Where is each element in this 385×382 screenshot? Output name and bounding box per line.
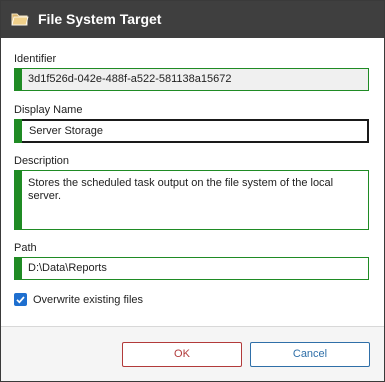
identifier-value: 3d1f526d-042e-488f-a522-581138a15672 xyxy=(28,73,232,85)
file-system-target-dialog: File System Target Identifier 3d1f526d-0… xyxy=(0,0,385,382)
dialog-title: File System Target xyxy=(38,11,162,27)
path-input[interactable]: D:\Data\Reports xyxy=(14,257,369,280)
description-value: Stores the scheduled task output on the … xyxy=(28,177,334,202)
ok-button[interactable]: OK xyxy=(122,342,242,367)
overwrite-label: Overwrite existing files xyxy=(33,293,144,306)
display-name-value: Server Storage xyxy=(29,125,103,137)
display-name-label: Display Name xyxy=(14,104,83,116)
identifier-field[interactable]: 3d1f526d-042e-488f-a522-581138a15672 xyxy=(14,68,369,91)
folder-icon xyxy=(11,11,29,27)
identifier-label: Identifier xyxy=(14,53,57,65)
display-name-input[interactable]: Server Storage xyxy=(14,119,369,143)
title-bar[interactable]: File System Target xyxy=(1,1,384,38)
overwrite-checkbox[interactable] xyxy=(14,293,27,306)
checkmark-icon xyxy=(16,296,25,304)
cancel-button[interactable]: Cancel xyxy=(250,342,370,367)
overwrite-option[interactable]: Overwrite existing files xyxy=(14,293,143,306)
description-textarea[interactable]: Stores the scheduled task output on the … xyxy=(14,170,369,230)
path-label: Path xyxy=(14,242,37,254)
path-value: D:\Data\Reports xyxy=(28,262,107,274)
description-label: Description xyxy=(14,155,70,167)
